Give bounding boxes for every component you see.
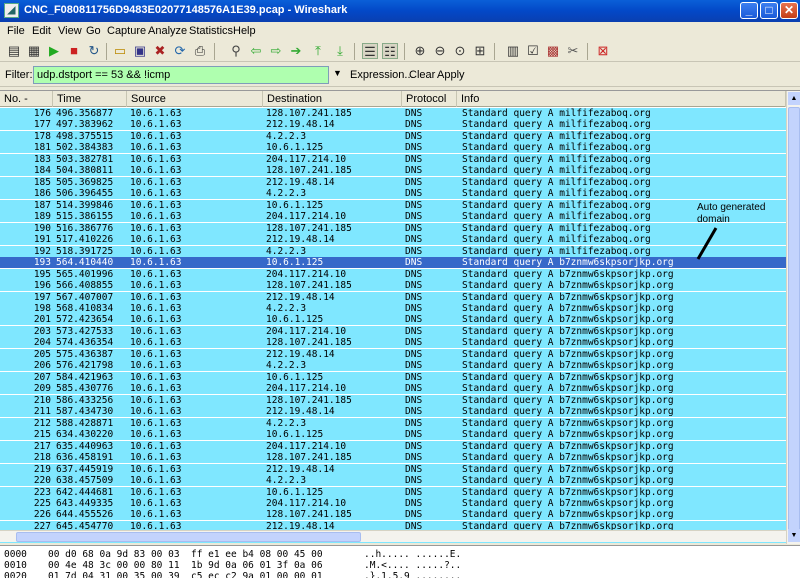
hex-bytes: 01 7d 04 31 00 35 00 39 c5 ec c2 9a 01 0… <box>48 571 323 578</box>
hex-ascii: .}.1.5.9 ........ <box>364 571 462 578</box>
annotation-arrow-line <box>696 227 718 260</box>
hex-ascii: ..h..... ......E. <box>364 549 462 560</box>
horizontal-scrollbar[interactable] <box>0 530 786 542</box>
hex-offset: 0000 <box>4 549 27 560</box>
annotation-arrow <box>696 227 718 260</box>
hex-ascii: .M.<.... .....?.. <box>364 560 462 571</box>
packet-bytes-pane: 0000 00 d0 68 0a 9d 83 00 03 ff e1 ee b4 … <box>0 545 800 578</box>
hex-bytes: 00 d0 68 0a 9d 83 00 03 ff e1 ee b4 08 0… <box>48 549 323 560</box>
hex-offset: 0020 <box>4 571 27 578</box>
hex-bytes: 00 4e 48 3c 00 00 80 11 1b 9d 0a 06 01 3… <box>48 560 323 571</box>
horizontal-scrollbar-thumb[interactable] <box>16 532 361 542</box>
hex-offset: 0010 <box>4 560 27 571</box>
